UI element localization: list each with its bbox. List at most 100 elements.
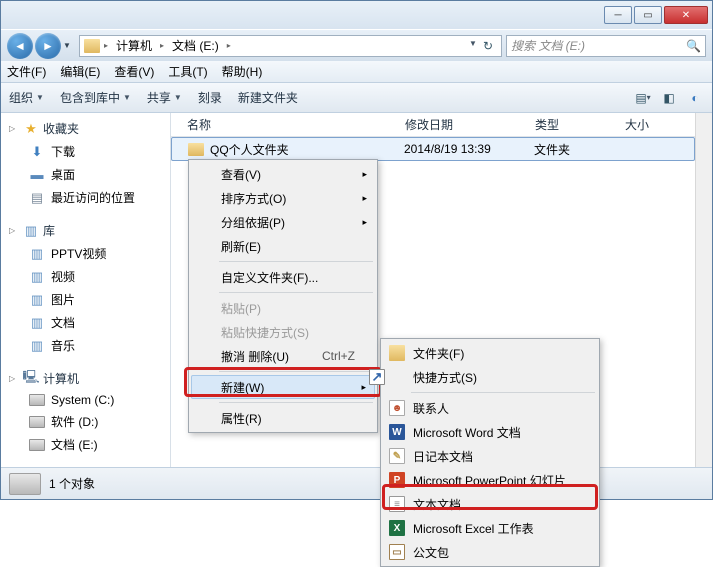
- drive-icon: [29, 439, 45, 451]
- computer-icon: 🖳: [23, 371, 39, 387]
- sidebar-item-documents[interactable]: ▥文档: [1, 311, 170, 334]
- crumb-computer[interactable]: 计算机: [112, 37, 156, 54]
- shortcut-icon: ↗: [369, 369, 385, 385]
- view-options-icon[interactable]: ▤ ▾: [634, 89, 652, 107]
- forward-button[interactable]: ►: [35, 33, 61, 59]
- col-size[interactable]: 大小: [617, 116, 687, 133]
- sidebar-item-pptv[interactable]: ▥PPTV视频: [1, 242, 170, 265]
- new-contact[interactable]: ☻联系人: [383, 396, 597, 420]
- sidebar-item-recent[interactable]: ▤最近访问的位置: [1, 186, 170, 209]
- submenu-arrow-icon: ▸: [362, 193, 367, 204]
- ctx-undo[interactable]: 撤消 删除(U)Ctrl+Z: [191, 344, 375, 368]
- new-briefcase[interactable]: ▭公文包: [383, 540, 597, 564]
- tool-burn[interactable]: 刻录: [198, 89, 222, 106]
- ctx-view[interactable]: 查看(V)▸: [191, 162, 375, 186]
- library-icon: ▥: [23, 223, 39, 239]
- submenu-arrow-icon: ▸: [362, 217, 367, 228]
- sidebar-item-downloads[interactable]: ⬇下载: [1, 140, 170, 163]
- new-text[interactable]: ≡文本文档: [383, 492, 597, 516]
- excel-icon: X: [389, 520, 405, 536]
- new-excel[interactable]: XMicrosoft Excel 工作表: [383, 516, 597, 540]
- sidebar: ▷★收藏夹 ⬇下载 ▬桌面 ▤最近访问的位置 ▷▥库 ▥PPTV视频 ▥视频 ▥…: [1, 113, 171, 467]
- search-input[interactable]: 搜索 文档 (E:) 🔍: [506, 35, 706, 57]
- col-type[interactable]: 类型: [527, 116, 617, 133]
- sidebar-item-drive-c[interactable]: System (C:): [1, 390, 170, 410]
- sidebar-item-pictures[interactable]: ▥图片: [1, 288, 170, 311]
- file-type: 文件夹: [526, 141, 616, 158]
- separator: [411, 392, 595, 393]
- ctx-refresh[interactable]: 刷新(E): [191, 234, 375, 258]
- preview-pane-icon[interactable]: ◧: [660, 89, 678, 107]
- download-icon: ⬇: [29, 144, 45, 160]
- separator: [219, 371, 373, 372]
- history-dropdown[interactable]: ▼: [63, 41, 75, 50]
- ctx-paste: 粘贴(P): [191, 296, 375, 320]
- context-menu-new: 文件夹(F) ↗快捷方式(S) ☻联系人 WMicrosoft Word 文档 …: [380, 338, 600, 567]
- titlebar: ─ ▭ ✕: [1, 1, 712, 29]
- new-powerpoint[interactable]: PMicrosoft PowerPoint 幻灯片: [383, 468, 597, 492]
- tool-newfolder[interactable]: 新建文件夹: [238, 89, 298, 106]
- col-name[interactable]: 名称: [179, 116, 397, 133]
- sidebar-libraries[interactable]: ▷▥库: [1, 219, 170, 242]
- menu-edit[interactable]: 编辑(E): [60, 63, 100, 80]
- sidebar-favorites[interactable]: ▷★收藏夹: [1, 117, 170, 140]
- tool-include[interactable]: 包含到库中▼: [60, 89, 131, 106]
- drive-icon: [29, 394, 45, 406]
- minimize-button[interactable]: ─: [604, 6, 632, 24]
- sidebar-item-music[interactable]: ▥音乐: [1, 334, 170, 357]
- sidebar-item-desktop[interactable]: ▬桌面: [1, 163, 170, 186]
- sidebar-item-drive-e[interactable]: 文档 (E:): [1, 433, 170, 456]
- file-row[interactable]: QQ个人文件夹 2014/8/19 13:39 文件夹: [171, 137, 695, 161]
- help-icon[interactable]: ◐: [686, 89, 704, 107]
- new-folder[interactable]: 文件夹(F): [383, 341, 597, 365]
- search-icon: 🔍: [686, 39, 701, 53]
- menu-view[interactable]: 查看(V): [114, 63, 154, 80]
- menu-file[interactable]: 文件(F): [7, 63, 46, 80]
- sidebar-computer[interactable]: ▷🖳计算机: [1, 367, 170, 390]
- toolbar: 组织▼ 包含到库中▼ 共享▼ 刻录 新建文件夹 ▤ ▾ ◧ ◐: [1, 83, 712, 113]
- sidebar-item-videos[interactable]: ▥视频: [1, 265, 170, 288]
- ctx-sort[interactable]: 排序方式(O)▸: [191, 186, 375, 210]
- powerpoint-icon: P: [389, 472, 405, 488]
- breadcrumb-sep: ▸: [104, 41, 108, 50]
- new-word[interactable]: WMicrosoft Word 文档: [383, 420, 597, 444]
- search-placeholder: 搜索 文档 (E:): [511, 37, 585, 54]
- address-bar[interactable]: ▸ 计算机 ▸ 文档 (E:) ▸ ▼ ↻: [79, 35, 502, 57]
- scrollbar[interactable]: [695, 113, 712, 467]
- menu-tools[interactable]: 工具(T): [168, 63, 207, 80]
- new-journal[interactable]: ✎日记本文档: [383, 444, 597, 468]
- ctx-new[interactable]: 新建(W)▸: [191, 375, 375, 399]
- separator: [219, 261, 373, 262]
- word-icon: W: [389, 424, 405, 440]
- close-button[interactable]: ✕: [664, 6, 708, 24]
- ctx-properties[interactable]: 属性(R): [191, 406, 375, 430]
- documents-icon: ▥: [29, 315, 45, 331]
- music-icon: ▥: [29, 338, 45, 354]
- back-button[interactable]: ◄: [7, 33, 33, 59]
- contact-icon: ☻: [389, 400, 405, 416]
- menu-help[interactable]: 帮助(H): [222, 63, 263, 80]
- separator: [219, 292, 373, 293]
- ctx-group[interactable]: 分组依据(P)▸: [191, 210, 375, 234]
- tool-organize[interactable]: 组织▼: [9, 89, 44, 106]
- address-dropdown-icon[interactable]: ▼: [469, 39, 477, 53]
- refresh-icon[interactable]: ↻: [479, 39, 497, 53]
- maximize-button[interactable]: ▭: [634, 6, 662, 24]
- column-headers: 名称 修改日期 类型 大小: [171, 113, 695, 137]
- nav-bar: ◄ ► ▼ ▸ 计算机 ▸ 文档 (E:) ▸ ▼ ↻ 搜索 文档 (E:) 🔍: [1, 29, 712, 61]
- drive-icon: [29, 416, 45, 428]
- crumb-folder[interactable]: 文档 (E:): [168, 37, 223, 54]
- star-icon: ★: [23, 121, 39, 137]
- briefcase-icon: ▭: [389, 544, 405, 560]
- new-shortcut[interactable]: ↗快捷方式(S): [383, 365, 597, 389]
- breadcrumb-sep: ▸: [160, 41, 164, 50]
- file-date: 2014/8/19 13:39: [396, 142, 526, 156]
- sidebar-item-drive-d[interactable]: 软件 (D:): [1, 410, 170, 433]
- tool-share[interactable]: 共享▼: [147, 89, 182, 106]
- ctx-paste-shortcut: 粘贴快捷方式(S): [191, 320, 375, 344]
- video-icon: ▥: [29, 269, 45, 285]
- ctx-customize[interactable]: 自定义文件夹(F)...: [191, 265, 375, 289]
- status-bar: 1 个对象: [1, 467, 712, 499]
- file-name: QQ个人文件夹: [210, 141, 289, 158]
- col-date[interactable]: 修改日期: [397, 116, 527, 133]
